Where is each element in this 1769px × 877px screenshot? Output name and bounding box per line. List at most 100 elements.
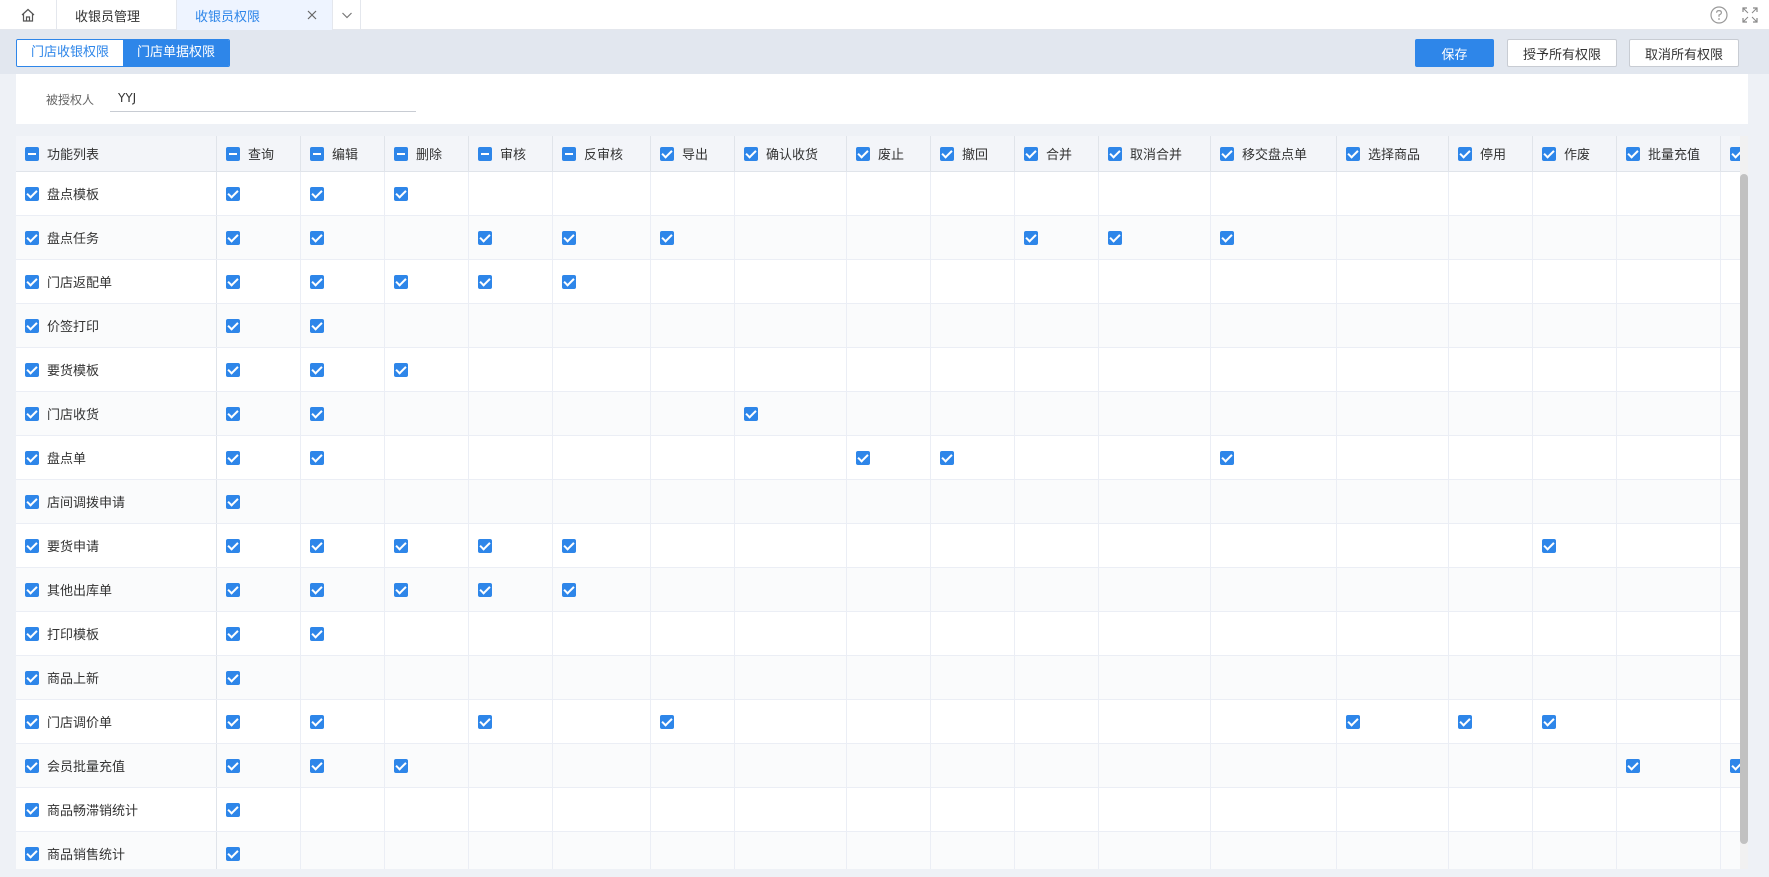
permission-cell[interactable] — [1337, 700, 1449, 743]
permission-cell[interactable] — [217, 216, 301, 259]
permission-cell[interactable] — [1015, 436, 1099, 479]
permission-checkbox[interactable] — [1220, 450, 1234, 465]
permission-cell[interactable] — [301, 524, 385, 567]
permission-cell[interactable] — [1015, 700, 1099, 743]
row-checkbox[interactable] — [25, 846, 39, 861]
permission-cell[interactable] — [1015, 260, 1099, 303]
permission-cell[interactable] — [735, 260, 847, 303]
permission-cell[interactable] — [1721, 216, 1740, 259]
column-checkbox[interactable] — [226, 146, 240, 161]
permission-cell[interactable] — [1721, 656, 1740, 699]
permission-cell[interactable] — [217, 392, 301, 435]
permission-cell[interactable] — [1099, 744, 1211, 787]
permission-cell[interactable] — [1721, 788, 1740, 831]
permission-cell[interactable] — [1721, 392, 1740, 435]
permission-cell[interactable] — [735, 656, 847, 699]
permission-checkbox[interactable] — [226, 670, 240, 685]
permission-cell[interactable] — [1721, 524, 1740, 567]
permission-cell[interactable] — [1533, 348, 1617, 391]
permission-cell[interactable] — [1099, 612, 1211, 655]
permission-cell[interactable] — [1015, 392, 1099, 435]
permission-cell[interactable] — [469, 480, 553, 523]
permission-cell[interactable] — [553, 744, 651, 787]
permission-cell[interactable] — [1617, 480, 1721, 523]
permission-checkbox[interactable] — [310, 230, 324, 245]
permission-cell[interactable] — [1099, 436, 1211, 479]
permission-cell[interactable] — [469, 568, 553, 611]
column-checkbox[interactable] — [856, 146, 870, 161]
column-checkbox[interactable] — [562, 146, 576, 161]
permission-checkbox[interactable] — [226, 274, 240, 289]
permission-cell[interactable] — [847, 612, 931, 655]
column-checkbox[interactable] — [310, 146, 324, 161]
permission-cell[interactable] — [651, 348, 735, 391]
permission-cell[interactable] — [1617, 524, 1721, 567]
permission-checkbox[interactable] — [1458, 714, 1472, 729]
permission-cell[interactable] — [1533, 216, 1617, 259]
permission-cell[interactable] — [385, 304, 469, 347]
permission-checkbox[interactable] — [478, 714, 492, 729]
column-checkbox[interactable] — [1730, 146, 1740, 161]
permission-cell[interactable] — [1617, 568, 1721, 611]
permission-cell[interactable] — [847, 348, 931, 391]
permission-cell[interactable] — [931, 480, 1015, 523]
permission-cell[interactable] — [1617, 172, 1721, 215]
home-tab[interactable] — [0, 0, 57, 30]
permission-cell[interactable] — [1721, 172, 1740, 215]
row-checkbox[interactable] — [25, 494, 39, 509]
permission-cell[interactable] — [1721, 568, 1740, 611]
permission-cell[interactable] — [217, 832, 301, 869]
permission-cell[interactable] — [1337, 216, 1449, 259]
permission-cell[interactable] — [385, 216, 469, 259]
permission-cell[interactable] — [1337, 568, 1449, 611]
save-button[interactable]: 保存 — [1415, 39, 1494, 67]
permission-checkbox[interactable] — [478, 582, 492, 597]
permission-cell[interactable] — [651, 436, 735, 479]
row-checkbox[interactable] — [25, 274, 39, 289]
column-checkbox[interactable] — [1542, 146, 1556, 161]
permission-checkbox[interactable] — [562, 538, 576, 553]
permission-cell[interactable] — [1015, 832, 1099, 869]
permission-checkbox[interactable] — [562, 582, 576, 597]
permission-cell[interactable] — [385, 436, 469, 479]
permission-cell[interactable] — [931, 700, 1015, 743]
permission-cell[interactable] — [651, 216, 735, 259]
permission-cell[interactable] — [847, 524, 931, 567]
permission-cell[interactable] — [1015, 172, 1099, 215]
permission-cell[interactable] — [217, 524, 301, 567]
permission-cell[interactable] — [385, 832, 469, 869]
permission-checkbox[interactable] — [394, 758, 408, 773]
permission-checkbox[interactable] — [226, 582, 240, 597]
permission-checkbox[interactable] — [310, 714, 324, 729]
permission-cell[interactable] — [735, 568, 847, 611]
permission-cell[interactable] — [1099, 304, 1211, 347]
permission-cell[interactable] — [1337, 656, 1449, 699]
permission-cell[interactable] — [847, 304, 931, 347]
permission-cell[interactable] — [1015, 304, 1099, 347]
permission-cell[interactable] — [1617, 436, 1721, 479]
permission-cell[interactable] — [1721, 304, 1740, 347]
permission-cell[interactable] — [301, 216, 385, 259]
scrollbar-thumb[interactable] — [1740, 174, 1748, 844]
permission-checkbox[interactable] — [1220, 230, 1234, 245]
permission-cell[interactable] — [1449, 260, 1533, 303]
permission-cell[interactable] — [1449, 832, 1533, 869]
permission-cell[interactable] — [1211, 392, 1337, 435]
permission-cell[interactable] — [217, 436, 301, 479]
grantee-input[interactable] — [110, 84, 416, 112]
permission-cell[interactable] — [1211, 304, 1337, 347]
permission-cell[interactable] — [1211, 216, 1337, 259]
permission-cell[interactable] — [847, 700, 931, 743]
permission-checkbox[interactable] — [1346, 714, 1360, 729]
permission-cell[interactable] — [735, 392, 847, 435]
permission-cell[interactable] — [217, 568, 301, 611]
permission-checkbox[interactable] — [1024, 230, 1038, 245]
permission-cell[interactable] — [1617, 304, 1721, 347]
permission-cell[interactable] — [553, 656, 651, 699]
permission-checkbox[interactable] — [226, 186, 240, 201]
permission-cell[interactable] — [553, 700, 651, 743]
permission-cell[interactable] — [553, 788, 651, 831]
permission-checkbox[interactable] — [310, 450, 324, 465]
permission-cell[interactable] — [301, 392, 385, 435]
permission-cell[interactable] — [931, 260, 1015, 303]
